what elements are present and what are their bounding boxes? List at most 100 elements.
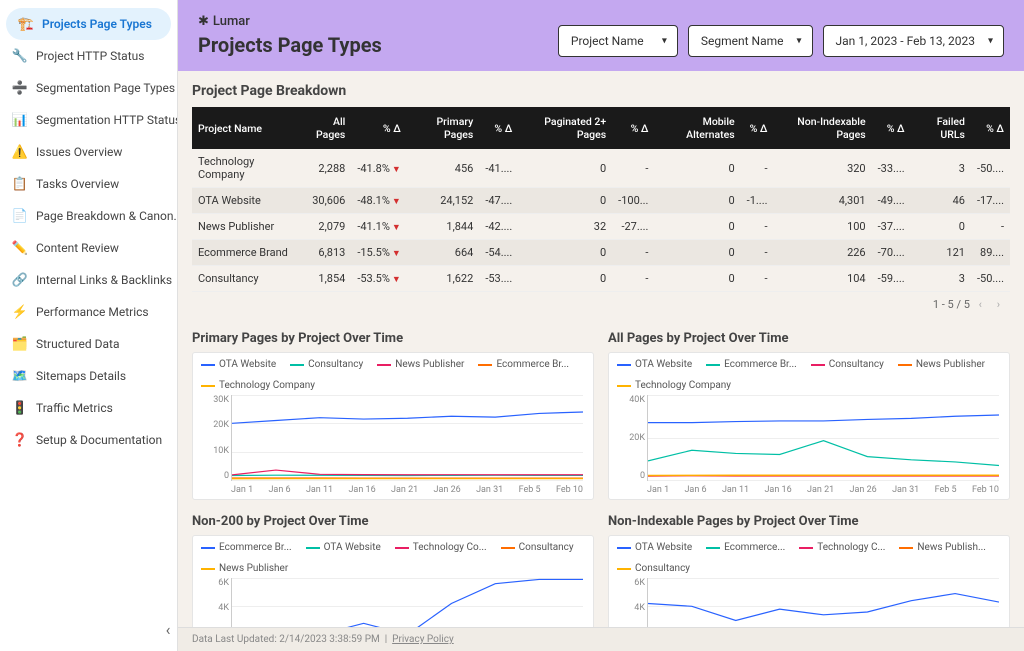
legend-item[interactable]: News Publisher	[201, 563, 288, 574]
sidebar-item-0[interactable]: 🏗️Projects Page Types	[6, 8, 171, 40]
cell: 121	[911, 240, 971, 266]
cell: 0	[654, 188, 740, 214]
sidebar-item-3[interactable]: 📊Segmentation HTTP Status	[0, 104, 177, 136]
cell: -54....	[479, 240, 518, 266]
legend-item[interactable]: News Publisher	[898, 359, 985, 370]
table-row[interactable]: Ecommerce Brand6,813-15.5%▼664-54....0-0…	[192, 240, 1010, 266]
legend-item[interactable]: Consultancy	[811, 359, 884, 370]
legend-item[interactable]: Technology Co...	[395, 542, 487, 553]
cell: 0	[911, 214, 971, 240]
col-header[interactable]: Failed URLs	[911, 107, 971, 149]
legend-item[interactable]: Consultancy	[617, 563, 690, 574]
col-header[interactable]: % Δ	[741, 107, 774, 149]
legend-item[interactable]: News Publish...	[899, 542, 985, 553]
cell: -41.1%▼	[351, 214, 406, 240]
segment-filter[interactable]: Segment Name	[688, 25, 813, 57]
sidebar-item-8[interactable]: 🔗Internal Links & Backlinks	[0, 264, 177, 296]
sidebar-icon: 📄	[12, 208, 28, 224]
pager-prev[interactable]: ‹	[979, 298, 982, 311]
sidebar-label: Projects Page Types	[42, 17, 152, 31]
table-pager: 1 - 5 / 5 ‹ ›	[192, 292, 1010, 317]
plot: 6K4K2K0Jan 1Jan 6Jan 11Jan 16Jan 21Jan 2…	[201, 578, 585, 627]
col-header[interactable]: % Δ	[872, 107, 911, 149]
legend-item[interactable]: News Publisher	[377, 359, 464, 370]
col-header[interactable]: Project Name	[192, 107, 298, 149]
sidebar-item-5[interactable]: 📋Tasks Overview	[0, 168, 177, 200]
cell: 1,854	[298, 266, 351, 292]
sidebar-collapse-button[interactable]: ‹	[158, 619, 178, 639]
cell: -49....	[872, 188, 911, 214]
plot: 30K20K10K0Jan 1Jan 6Jan 11Jan 16Jan 21Ja…	[201, 395, 585, 495]
col-header[interactable]: % Δ	[479, 107, 518, 149]
legend-item[interactable]: Ecommerce Br...	[201, 542, 292, 553]
legend-item[interactable]: OTA Website	[617, 542, 692, 553]
project-filter[interactable]: Project Name	[558, 25, 678, 57]
sidebar-item-9[interactable]: ⚡Performance Metrics	[0, 296, 177, 328]
sidebar-icon: 🔧	[12, 48, 28, 64]
sidebar-label: Segmentation Page Types	[36, 81, 175, 95]
legend-item[interactable]: Technology Company	[201, 380, 315, 391]
y-axis: 40K20K0	[617, 395, 645, 481]
sidebar-item-2[interactable]: ➗Segmentation Page Types	[0, 72, 177, 104]
daterange-filter[interactable]: Jan 1, 2023 - Feb 13, 2023	[823, 25, 1004, 57]
sidebar-icon: ⚡	[12, 304, 28, 320]
table-row[interactable]: News Publisher2,079-41.1%▼1,844-42....32…	[192, 214, 1010, 240]
legend-item[interactable]: OTA Website	[201, 359, 276, 370]
legend-item[interactable]: OTA Website	[617, 359, 692, 370]
col-header[interactable]: % Δ	[971, 107, 1010, 149]
cell: 0	[654, 266, 740, 292]
chart-title: All Pages by Project Over Time	[608, 331, 1010, 346]
brand: ✱Lumar	[198, 14, 382, 29]
cell: -50....	[971, 149, 1010, 188]
cell: -53.5%▼	[351, 266, 406, 292]
cell: Technology Company	[192, 149, 298, 188]
sidebar-label: Internal Links & Backlinks	[36, 273, 172, 287]
table-row[interactable]: Technology Company2,288-41.8%▼456-41....…	[192, 149, 1010, 188]
col-header[interactable]: Mobile Alternates	[654, 107, 740, 149]
sidebar-item-11[interactable]: 🗺️Sitemaps Details	[0, 360, 177, 392]
legend: OTA Website Ecommerce Br... Consultancy New…	[617, 359, 1001, 391]
col-header[interactable]: % Δ	[612, 107, 654, 149]
table-row[interactable]: Consultancy1,854-53.5%▼1,622-53....0-0-1…	[192, 266, 1010, 292]
sidebar-item-12[interactable]: 🚦Traffic Metrics	[0, 392, 177, 424]
sidebar-item-7[interactable]: ✏️Content Review	[0, 232, 177, 264]
col-header[interactable]: All Pages	[298, 107, 351, 149]
table-row[interactable]: OTA Website30,606-48.1%▼24,152-47....0-1…	[192, 188, 1010, 214]
sidebar-item-13[interactable]: ❓Setup & Documentation	[0, 424, 177, 456]
legend-item[interactable]: Ecommerce Br...	[478, 359, 569, 370]
sidebar-label: Page Breakdown & Canon...	[36, 209, 177, 223]
col-header[interactable]: Paginated 2+ Pages	[518, 107, 612, 149]
breakdown-table: Project NameAll Pages% ΔPrimary Pages% Δ…	[192, 107, 1010, 292]
sidebar-item-6[interactable]: 📄 Page Breakdown & Canon...	[0, 200, 177, 232]
cell: -41.8%▼	[351, 149, 406, 188]
sidebar-icon: 🗂️	[12, 336, 28, 352]
legend-item[interactable]: OTA Website	[306, 542, 381, 553]
pager-next[interactable]: ›	[997, 298, 1000, 311]
footer-privacy-link[interactable]: Privacy Policy	[392, 634, 454, 645]
breakdown-title: Project Page Breakdown	[192, 83, 1010, 99]
main: ✱Lumar Projects Page Types Project Name …	[178, 0, 1024, 651]
legend-item[interactable]: Ecommerce Br...	[706, 359, 797, 370]
sidebar-icon: 🚦	[12, 400, 28, 416]
legend-item[interactable]: Technology Company	[617, 380, 731, 391]
legend-item[interactable]: Consultancy	[501, 542, 574, 553]
sidebar-item-10[interactable]: 🗂️Structured Data	[0, 328, 177, 360]
cell: 3	[911, 266, 971, 292]
col-header[interactable]: Primary Pages	[407, 107, 480, 149]
sidebar-item-4[interactable]: ⚠️Issues Overview	[0, 136, 177, 168]
sidebar-item-1[interactable]: 🔧Project HTTP Status	[0, 40, 177, 72]
cell: 2,288	[298, 149, 351, 188]
legend-item[interactable]: Technology C...	[799, 542, 885, 553]
legend-item[interactable]: Ecommerce...	[706, 542, 785, 553]
cell: -41....	[479, 149, 518, 188]
cell: 4,301	[774, 188, 872, 214]
sidebar-icon: 🗺️	[12, 368, 28, 384]
chart-primary: Primary Pages by Project Over TimeOTA We…	[192, 331, 594, 500]
y-axis: 30K20K10K0	[201, 395, 229, 481]
chart-nonindex: Non-Indexable Pages by Project Over Time…	[608, 514, 1010, 627]
col-header[interactable]: % Δ	[351, 107, 406, 149]
col-header[interactable]: Non-Indexable Pages	[774, 107, 872, 149]
legend-item[interactable]: Consultancy	[290, 359, 363, 370]
sidebar-label: Issues Overview	[36, 145, 122, 159]
cell: -	[741, 149, 774, 188]
